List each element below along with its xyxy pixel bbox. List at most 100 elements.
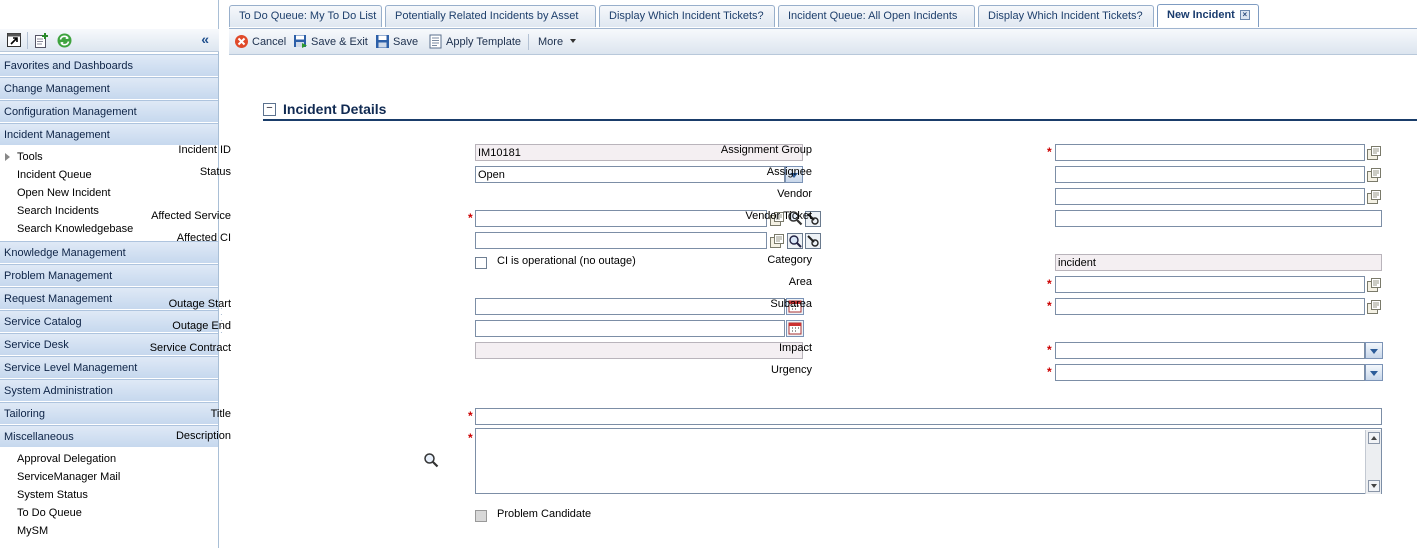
save-icon [376,35,389,48]
outage-end-label: Outage End [172,320,231,332]
urgency-select[interactable] [1055,364,1365,381]
nav-section-favorites[interactable]: Favorites and Dashboards [0,54,218,77]
nav-section-tailoring[interactable]: Tailoring [0,402,218,425]
tab-new-incident-label: New Incident [1167,9,1235,21]
fill-lookup-icon[interactable] [1366,299,1382,315]
vendor-ticket-label: Vendor Ticket [745,210,812,222]
scroll-down-icon[interactable] [1368,480,1380,492]
sidebar-toolbar: « [0,0,219,54]
dropdown-arrow-icon [570,39,577,43]
find-related-icon[interactable] [805,233,821,249]
nav-item-incident-queue[interactable]: Incident Queue [0,166,218,184]
ci-operational-label: CI is operational (no outage) [497,255,636,267]
urgency-label: Urgency [771,364,812,376]
tab-display-which-incident-tickets-2[interactable]: Display Which Incident Tickets? [978,5,1154,27]
category-label: Category [767,254,812,266]
toolbar-separator [528,34,529,50]
nav-item-to-do-queue[interactable]: To Do Queue [0,504,218,522]
nav-item-mysm[interactable]: MySM [0,522,218,540]
nav-section-service-level-management[interactable]: Service Level Management [0,356,218,379]
refresh-icon[interactable] [56,32,73,49]
vendor-ticket-field[interactable] [1055,210,1382,227]
tab-incident-queue-all-open[interactable]: Incident Queue: All Open Incidents [778,5,975,27]
outage-start-label: Outage Start [168,298,231,310]
close-tab-icon[interactable]: × [1239,10,1250,20]
required-marker: * [1047,343,1052,357]
nav-item-approval-delegation[interactable]: Approval Delegation [0,450,218,468]
problem-candidate-label: Problem Candidate [497,508,592,520]
fill-lookup-icon[interactable] [769,233,785,249]
title-field[interactable] [475,408,1382,425]
assignment-group-label: Assignment Group [720,144,812,156]
required-marker: * [1047,277,1052,291]
fill-lookup-icon[interactable] [1366,189,1382,205]
impact-dropdown-button[interactable] [1365,342,1383,359]
nav-item-system-status[interactable]: System Status [0,486,218,504]
calendar-icon[interactable] [786,320,804,337]
save-and-exit-button[interactable]: Save & Exit [293,34,368,50]
assignment-group-field[interactable] [1055,144,1365,161]
fill-lookup-icon[interactable] [1366,167,1382,183]
fill-lookup-icon[interactable] [1366,145,1382,161]
ci-search-icon[interactable] [787,233,803,249]
open-window-icon[interactable] [6,32,23,49]
problem-candidate-checkbox[interactable] [475,510,487,522]
cancel-button[interactable]: Cancel [234,34,286,50]
template-icon [429,34,442,49]
subarea-label: Subarea [770,298,812,310]
impact-select[interactable] [1055,342,1365,359]
service-contract-label: Service Contract [149,342,231,354]
status-select[interactable] [475,166,785,183]
collapse-sidebar-button[interactable]: « [201,31,209,47]
service-contract-field[interactable] [475,342,803,359]
nav-section-change-management[interactable]: Change Management [0,77,218,100]
urgency-dropdown-button[interactable] [1365,364,1383,381]
save-exit-icon [294,35,307,48]
section-title: Incident Details [283,101,387,117]
tab-potentially-related-incidents[interactable]: Potentially Related Incidents by Asset [385,5,596,27]
category-field[interactable] [1055,254,1382,271]
scroll-up-icon[interactable] [1368,432,1380,444]
area-field[interactable] [1055,276,1365,293]
apply-template-button[interactable]: Apply Template [428,34,521,50]
assignee-label: Assignee [766,166,812,178]
affected-ci-label: Affected CI [176,232,231,244]
nav-item-servicemanager-mail[interactable]: ServiceManager Mail [0,468,218,486]
more-menu-button[interactable]: More [538,34,577,50]
tab-display-which-incident-tickets-1[interactable]: Display Which Incident Tickets? [599,5,775,27]
description-label: Description [175,430,231,442]
impact-label: Impact [778,342,812,354]
collapse-section-icon[interactable]: − [263,103,276,116]
description-textarea[interactable] [475,428,1382,494]
outage-start-field[interactable] [475,298,785,315]
description-scrollbar[interactable] [1365,430,1381,494]
nav-section-system-administration[interactable]: System Administration [0,379,218,402]
zoom-description-icon[interactable] [423,452,439,468]
save-button[interactable]: Save [375,34,418,50]
vendor-label: Vendor [777,188,812,200]
nav-section-problem-management[interactable]: Problem Management [0,264,218,287]
subarea-field[interactable] [1055,298,1365,315]
nav-section-configuration-management[interactable]: Configuration Management [0,100,218,123]
incident-management-items: Tools Incident Queue Open New Incident S… [0,146,218,241]
affected-ci-field[interactable] [475,232,767,249]
affected-service-field[interactable] [475,210,767,227]
nav-section-incident-management[interactable]: Incident Management [0,123,218,146]
status-label: Status [199,166,231,178]
fill-lookup-icon[interactable] [1366,277,1382,293]
required-marker: * [1047,145,1052,159]
tab-to-do-queue[interactable]: To Do Queue: My To Do List [229,5,382,27]
add-favorite-icon[interactable] [33,32,50,49]
expand-triangle-icon [5,153,10,161]
incident-form: − Incident Details Incident ID Status Af… [150,56,1417,548]
area-label: Area [788,276,812,288]
ci-operational-checkbox[interactable] [475,257,487,269]
nav-item-open-new-incident[interactable]: Open New Incident [0,184,218,202]
affected-service-label: Affected Service [151,210,231,222]
title-label: Title [210,408,231,420]
outage-end-field[interactable] [475,320,785,337]
incident-id-label: Incident ID [178,144,231,156]
tab-new-incident[interactable]: New Incident × [1157,4,1259,27]
assignee-field[interactable] [1055,166,1365,183]
vendor-field[interactable] [1055,188,1365,205]
